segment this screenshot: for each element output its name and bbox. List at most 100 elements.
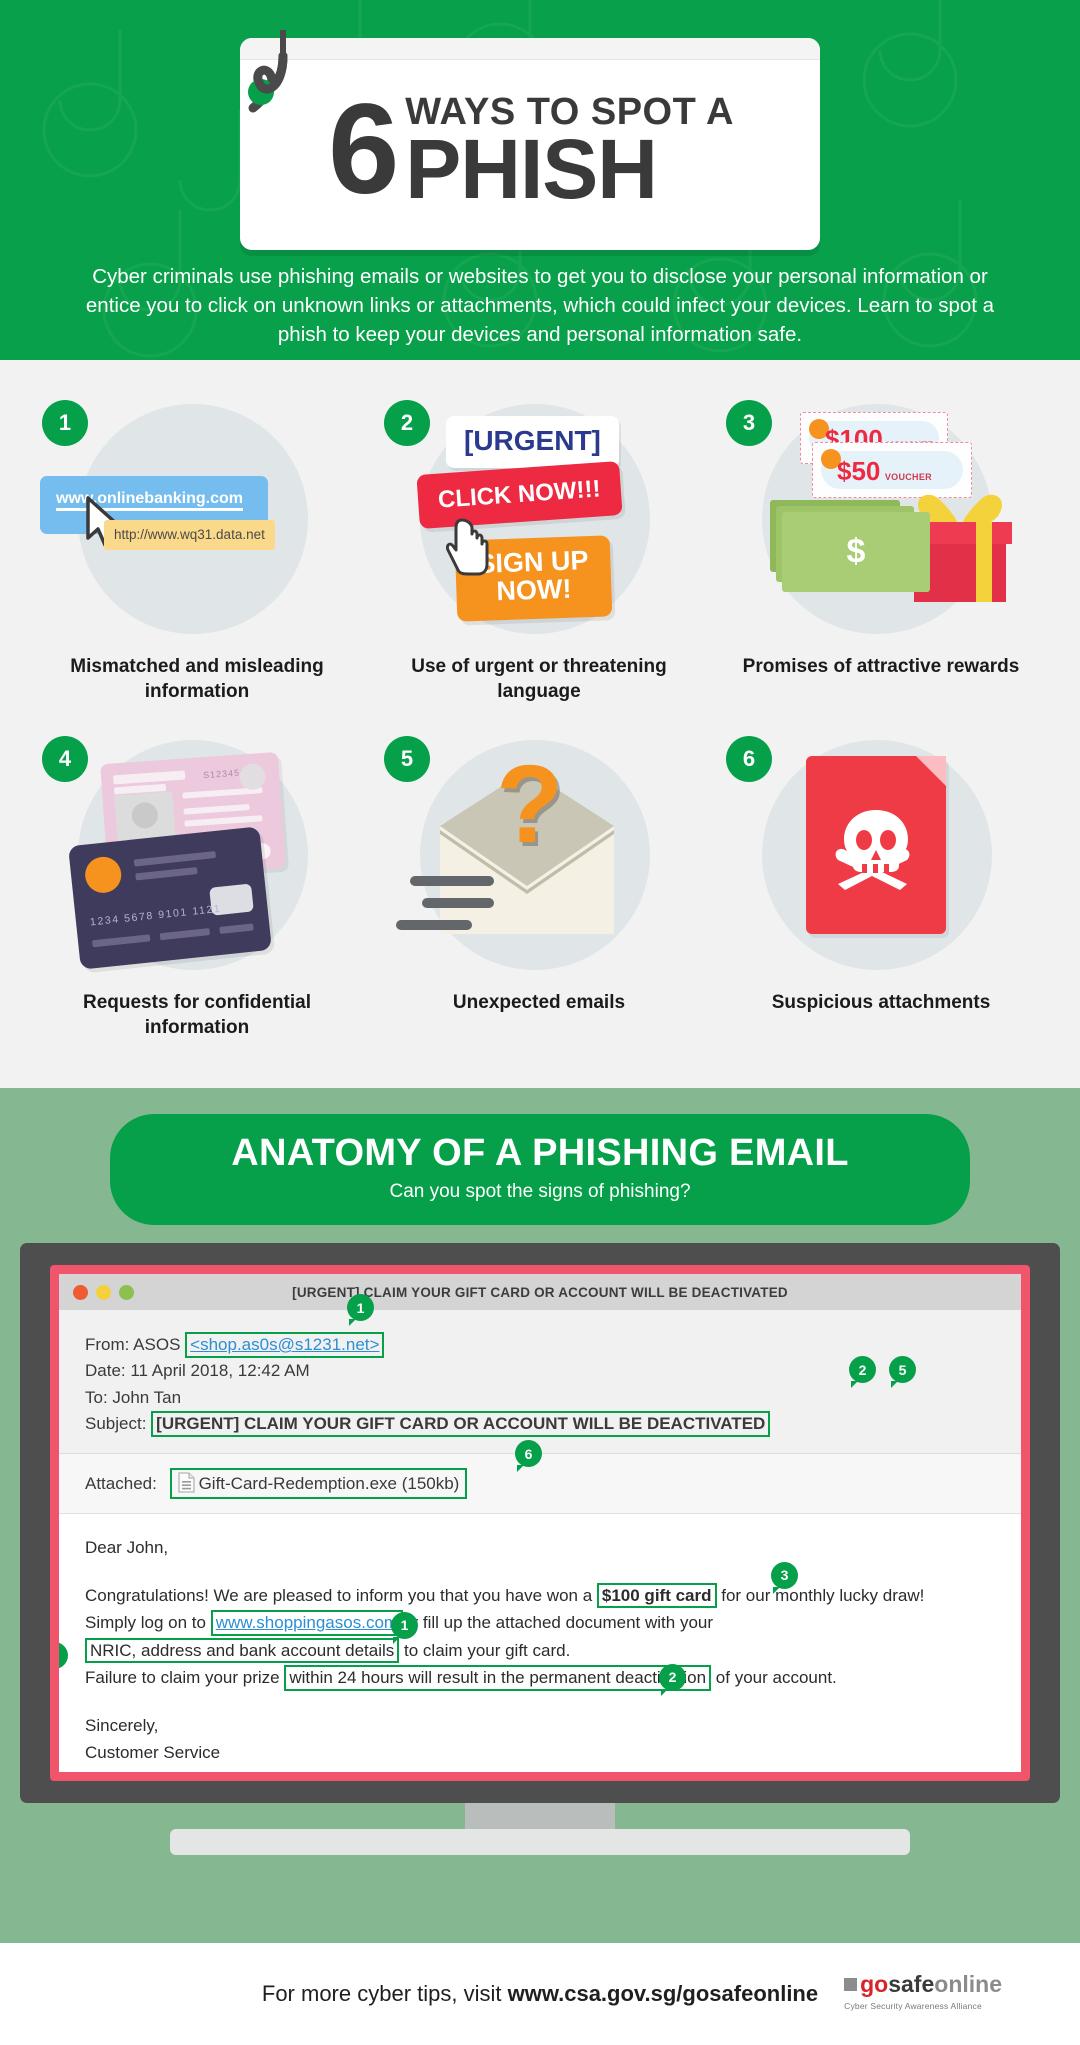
footer-cta-plain: For more cyber tips, visit bbox=[261, 1981, 508, 2006]
sign-up-line-2: NOW! bbox=[495, 574, 572, 607]
tile-6-caption: Suspicious attachments bbox=[771, 992, 991, 1014]
email-signoff: Sincerely, bbox=[85, 1715, 159, 1735]
p3-after: of your account. bbox=[711, 1668, 837, 1688]
footer-cta: For more cyber tips, visit www.csa.gov.s… bbox=[262, 1981, 818, 2007]
marker-6-attach: 6 bbox=[515, 1440, 542, 1473]
p3-before: Failure to claim your prize bbox=[85, 1668, 285, 1688]
tile-unexpected-emails: 5 ? Unexpected emails bbox=[368, 726, 710, 1040]
tile-1-caption: Mismatched and misleading information bbox=[70, 656, 324, 703]
email-window: [URGENT] CLAIM YOUR GIFT CARD OR ACCOUNT… bbox=[50, 1265, 1030, 1781]
tile-3-art: 3 $100 VOUCHER $50 VOUCHER bbox=[710, 390, 1052, 640]
tile-2-badge: 2 bbox=[384, 400, 430, 446]
hand-pointer-icon bbox=[446, 518, 489, 576]
tile-attractive-rewards: 3 $100 VOUCHER $50 VOUCHER bbox=[710, 390, 1052, 704]
logo-square-icon bbox=[844, 1978, 858, 1991]
cc-line-2 bbox=[135, 867, 198, 881]
tile-4-caption: Requests for confidential information bbox=[82, 992, 312, 1039]
body-spacer-1 bbox=[85, 1562, 995, 1582]
voucher-50-amount: $50 bbox=[837, 456, 881, 486]
tile-3-caption: Promises of attractive rewards bbox=[742, 656, 1020, 677]
url-tooltip: http://www.wq31.data.net bbox=[104, 520, 275, 550]
tile-2-caption: Use of urgent or threatening language bbox=[411, 656, 667, 703]
skull-crossbones-icon bbox=[835, 809, 910, 890]
p2-link-box[interactable]: www.shoppingasos.com bbox=[210, 1610, 404, 1636]
logo-wordmark: go safe online bbox=[844, 1971, 1002, 1998]
cc-line-1 bbox=[133, 851, 217, 867]
email-paragraph-2: Simply log on to www.shoppingasos.com or … bbox=[85, 1609, 995, 1664]
anatomy-banner: ANATOMY OF A PHISHING EMAIL Can you spot… bbox=[110, 1114, 970, 1225]
credit-card: 1234 5678 9101 1121 bbox=[68, 826, 272, 970]
id-line-top bbox=[112, 770, 186, 785]
monitor-base bbox=[170, 1829, 910, 1855]
email-attachment-row: 6 Attached: Gift-Card-Redemption.exe (15… bbox=[59, 1440, 1021, 1515]
email-titlebar: [URGENT] CLAIM YOUR GIFT CARD OR ACCOUNT… bbox=[59, 1274, 1021, 1310]
p1-after: for our monthly lucky draw! bbox=[716, 1585, 925, 1605]
footer-section: For more cyber tips, visit www.csa.gov.s… bbox=[0, 1943, 1080, 2045]
p2-before: Simply log on to bbox=[85, 1613, 211, 1633]
anatomy-title: ANATOMY OF A PHISHING EMAIL bbox=[231, 1132, 849, 1174]
tile-2-art: 2 [URGENT] CLICK NOW!!! SIGN UP NOW! bbox=[368, 390, 710, 640]
urgent-label: [URGENT] bbox=[446, 416, 619, 468]
email-signature: Customer Service bbox=[85, 1743, 221, 1763]
tile-4-badge: 4 bbox=[42, 736, 88, 783]
email-from-line: From: ASOS <shop.as0s@s1231.net> bbox=[85, 1332, 995, 1358]
tile-1-badge: 1 bbox=[42, 400, 88, 446]
tile-5-art: 5 ? bbox=[368, 726, 710, 976]
fish-hook-icon bbox=[248, 30, 288, 113]
title-card-titlebar bbox=[240, 38, 820, 60]
tiles-section: 1 www.onlinebanking.com http://www.wq31.… bbox=[0, 360, 1080, 1088]
p2-link: www.shoppingasos.com bbox=[215, 1613, 399, 1633]
anatomy-section: ANATOMY OF A PHISHING EMAIL Can you spot… bbox=[0, 1088, 1080, 1943]
logo-safe: safe bbox=[888, 1971, 935, 1997]
malicious-file-icon bbox=[806, 756, 946, 935]
p1-highlight: $100 gift card bbox=[596, 1582, 717, 1609]
p2-after: to claim your gift card. bbox=[399, 1640, 571, 1660]
tile-1-art: 1 www.onlinebanking.com http://www.wq31.… bbox=[26, 390, 368, 640]
id-seal bbox=[238, 763, 267, 791]
marker-5-subject: 5 bbox=[889, 1356, 916, 1388]
marker-1-link: 1 bbox=[391, 1612, 418, 1645]
tile-3-badge: 3 bbox=[726, 400, 772, 446]
cc-line-4 bbox=[159, 928, 211, 941]
p3-highlight: within 24 hours will result in the perma… bbox=[284, 1665, 712, 1691]
tile-mismatched-info: 1 www.onlinebanking.com http://www.wq31.… bbox=[26, 390, 368, 704]
email-paragraph-3: Failure to claim your prize within 24 ho… bbox=[85, 1664, 995, 1692]
email-attachment-name: Gift-Card-Redemption.exe (150kb) bbox=[198, 1474, 460, 1494]
marker-3-gift: 3 bbox=[771, 1562, 798, 1595]
headline-number: 6 bbox=[328, 77, 399, 221]
header-section: 6 WAYS TO SPOT A PHISH Cyber criminals u… bbox=[0, 0, 1080, 360]
marker-4-nric: 4 bbox=[59, 1642, 68, 1670]
cc-line-5 bbox=[219, 923, 254, 935]
banknote-dollar-symbol: $ bbox=[846, 532, 866, 571]
body-spacer-2 bbox=[85, 1692, 995, 1712]
gosafeonline-logo: go safe online Cyber Security Awareness Al… bbox=[844, 1971, 1002, 2011]
logo-tagline: Cyber Security Awareness Alliance bbox=[844, 2001, 982, 2011]
email-attachment-chip[interactable]: Gift-Card-Redemption.exe (150kb) bbox=[169, 1468, 468, 1500]
p1-before: Congratulations! We are pleased to infor… bbox=[85, 1585, 597, 1605]
tile-row-2: 4 S12345678A 1234 5678 9101 1121 Request… bbox=[26, 726, 1054, 1040]
file-icon bbox=[177, 1472, 195, 1494]
anatomy-subtitle: Can you spot the signs of phishing? bbox=[389, 1181, 691, 1202]
cc-line-3 bbox=[92, 934, 151, 948]
email-from-address: <shop.as0s@s1231.net> bbox=[185, 1332, 385, 1358]
credit-card-logo-dot bbox=[83, 855, 123, 895]
title-card: 6 WAYS TO SPOT A PHISH bbox=[240, 38, 820, 250]
footer-cta-url[interactable]: www.csa.gov.sg/gosafeonline bbox=[508, 1981, 819, 2006]
email-body: 3 1 4 2 Dear John, Congratulations! We a… bbox=[59, 1514, 1021, 1772]
tile-suspicious-attachments: 6 Suspicious attachments bbox=[710, 726, 1052, 1040]
header-subtitle: Cyber criminals use phishing emails or w… bbox=[85, 265, 995, 347]
email-headers: 1 2 5 From: ASOS <shop.as0s@s1231.net> D… bbox=[59, 1294, 1021, 1455]
tile-row-1: 1 www.onlinebanking.com http://www.wq31.… bbox=[26, 390, 1054, 704]
tile-6-art: 6 bbox=[710, 726, 1052, 976]
headline-line2: PHISH bbox=[405, 122, 658, 217]
marker-2-subject: 2 bbox=[849, 1356, 876, 1388]
logo-go: go bbox=[860, 1971, 889, 1997]
file-corner-fold bbox=[916, 756, 946, 787]
marker-2-deadline: 2 bbox=[659, 1664, 686, 1697]
id-line-2 bbox=[183, 804, 250, 815]
email-to-line: To: John Tan bbox=[85, 1387, 182, 1407]
tile-4-art: 4 S12345678A 1234 5678 9101 1121 bbox=[26, 726, 368, 976]
envelope-speedline-3 bbox=[396, 920, 472, 931]
email-subject-line: Subject: [URGENT] CLAIM YOUR GIFT CARD O… bbox=[85, 1411, 995, 1437]
tile-6-badge: 6 bbox=[726, 736, 772, 783]
